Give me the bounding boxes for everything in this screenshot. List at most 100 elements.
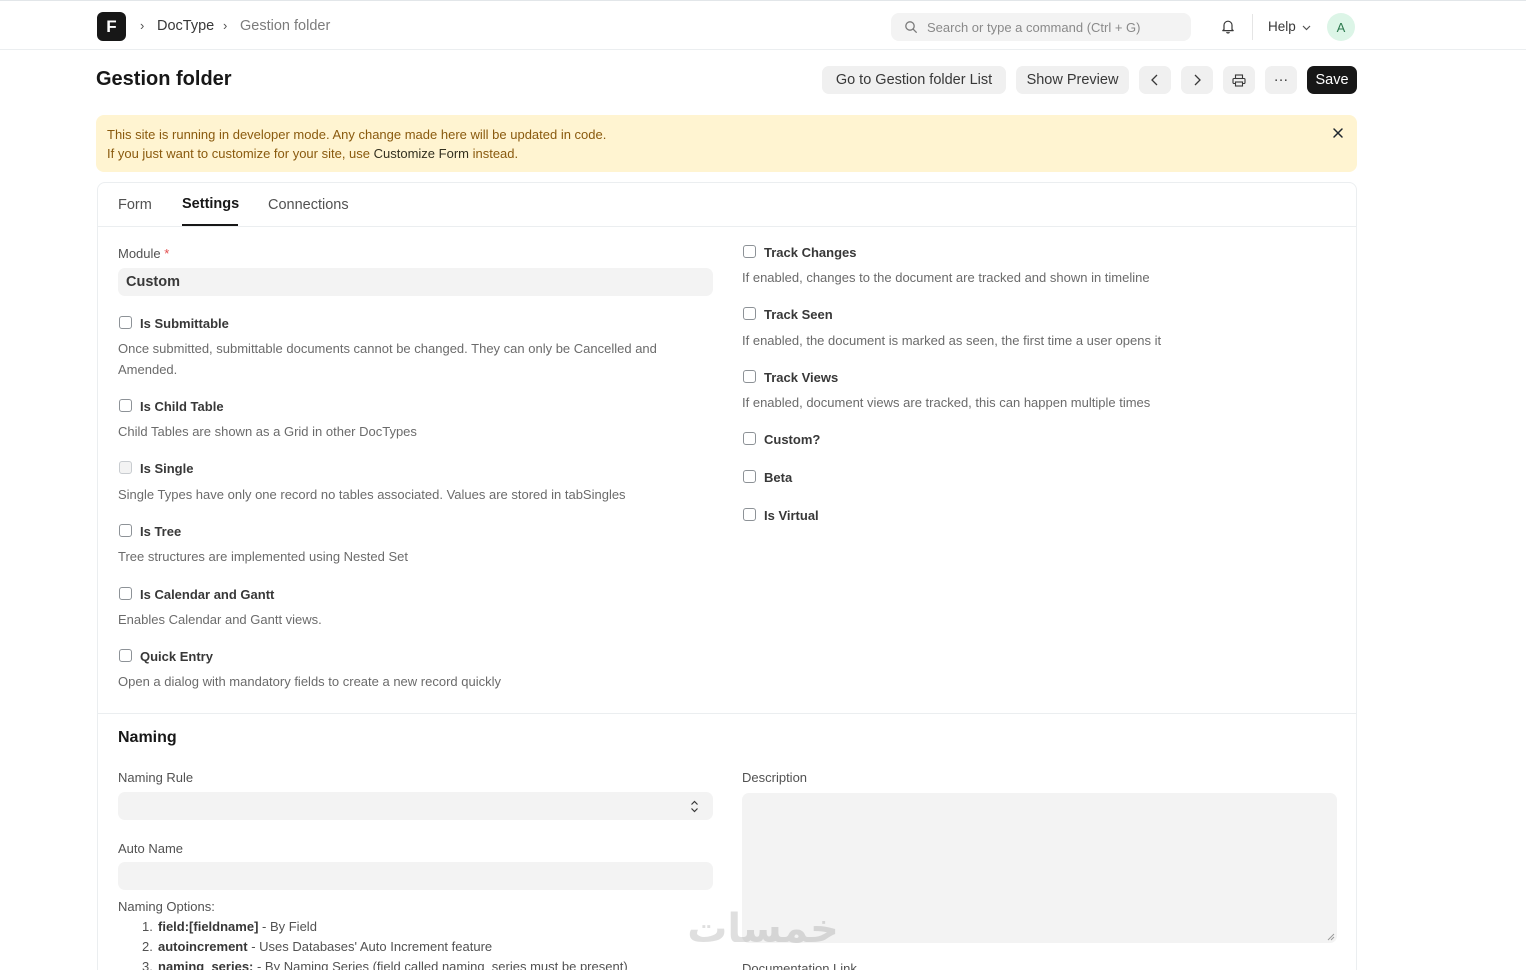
is-calendar-gantt-desc: Enables Calendar and Gantt views.	[118, 612, 322, 627]
option-number: 3.	[142, 959, 153, 970]
module-label-text: Module	[118, 246, 161, 261]
close-icon[interactable]	[1332, 127, 1344, 139]
watermark-logo: خمسات	[687, 906, 839, 952]
printer-icon	[1232, 73, 1246, 87]
breadcrumb-current[interactable]: Gestion folder	[240, 18, 330, 34]
track-changes-label[interactable]: Track Changes	[764, 245, 857, 260]
chevron-down-icon[interactable]	[1302, 23, 1311, 32]
is-tree-desc: Tree structures are implemented using Ne…	[118, 549, 408, 564]
page-title: Gestion folder	[96, 68, 232, 90]
option-text: - By Field	[258, 919, 317, 934]
is-submittable-desc: Once submitted, submittable documents ca…	[118, 338, 657, 380]
naming-section-title: Naming	[118, 729, 177, 746]
chevron-right-icon	[1194, 74, 1201, 86]
search-bar[interactable]: Search or type a command (Ctrl + G)	[891, 13, 1191, 41]
show-preview-button[interactable]: Show Preview	[1016, 66, 1129, 94]
tab-connections[interactable]: Connections	[268, 197, 349, 213]
option-number: 2.	[142, 939, 153, 954]
is-virtual-label[interactable]: Is Virtual	[764, 508, 819, 523]
more-actions-button[interactable]: ···	[1265, 66, 1297, 94]
track-views-label[interactable]: Track Views	[764, 370, 838, 385]
chevron-left-icon	[1151, 74, 1158, 86]
next-doc-button[interactable]	[1181, 66, 1213, 94]
is-calendar-gantt-checkbox[interactable]	[119, 587, 132, 600]
developer-mode-alert: This site is running in developer mode. …	[96, 115, 1357, 172]
alert-text: instead.	[468, 146, 519, 161]
is-calendar-gantt-label[interactable]: Is Calendar and Gantt	[140, 587, 274, 602]
naming-rule-select[interactable]	[118, 792, 713, 820]
select-arrows-icon	[691, 800, 698, 813]
option-key: field:[fieldname]	[158, 919, 259, 934]
chevron-right-icon: ›	[223, 18, 228, 33]
tab-form[interactable]: Form	[118, 197, 152, 213]
active-tab-indicator	[182, 224, 238, 226]
watermark-text: خمسات	[687, 906, 839, 952]
search-icon	[905, 21, 917, 33]
is-virtual-checkbox[interactable]	[743, 508, 756, 521]
quick-entry-desc: Open a dialog with mandatory fields to c…	[118, 674, 501, 689]
search-placeholder: Search or type a command (Ctrl + G)	[927, 20, 1141, 35]
naming-option: 3. naming_series: - By Naming Series (fie…	[142, 959, 628, 970]
is-child-table-label[interactable]: Is Child Table	[140, 399, 224, 414]
beta-label[interactable]: Beta	[764, 470, 792, 485]
save-button[interactable]: Save	[1307, 66, 1357, 94]
chevron-right-icon: ›	[140, 18, 145, 33]
option-key: autoincrement	[158, 939, 248, 954]
is-submittable-label[interactable]: Is Submittable	[140, 316, 229, 331]
track-changes-desc: If enabled, changes to the document are …	[742, 270, 1150, 285]
is-tree-label[interactable]: Is Tree	[140, 524, 181, 539]
tab-settings[interactable]: Settings	[182, 196, 239, 212]
track-changes-checkbox[interactable]	[743, 245, 756, 258]
track-views-checkbox[interactable]	[743, 370, 756, 383]
option-text: - By Naming Series (field called naming_…	[253, 959, 628, 970]
quick-entry-label[interactable]: Quick Entry	[140, 649, 213, 664]
desc-line: Amended.	[118, 362, 178, 377]
avatar[interactable]: A	[1327, 13, 1355, 41]
option-number: 1.	[142, 919, 153, 934]
print-button[interactable]	[1223, 66, 1255, 94]
track-seen-label[interactable]: Track Seen	[764, 307, 833, 322]
naming-option: 2. autoincrement - Uses Databases' Auto I…	[142, 939, 492, 954]
go-to-list-button[interactable]: Go to Gestion folder List	[822, 66, 1006, 94]
option-key: naming_series:	[158, 959, 254, 970]
required-indicator: *	[164, 246, 170, 261]
navbar: F › DocType › Gestion folder Search or t…	[0, 0, 1526, 50]
module-field[interactable]: Custom	[118, 268, 713, 296]
is-single-label[interactable]: Is Single	[140, 461, 193, 476]
resize-handle-icon[interactable]	[1327, 933, 1335, 941]
form-tabs: Form Settings Connections	[98, 183, 1356, 227]
alert-line-1: This site is running in developer mode. …	[107, 127, 607, 142]
notification-bell-icon[interactable]	[1220, 18, 1236, 34]
quick-entry-checkbox[interactable]	[119, 649, 132, 662]
is-single-checkbox[interactable]	[119, 461, 132, 474]
section-divider	[98, 713, 1356, 714]
is-child-table-desc: Child Tables are shown as a Grid in othe…	[118, 424, 417, 439]
is-child-table-checkbox[interactable]	[119, 399, 132, 412]
beta-checkbox[interactable]	[743, 470, 756, 483]
track-views-desc: If enabled, document views are tracked, …	[742, 395, 1151, 410]
is-single-desc: Single Types have only one record no tab…	[118, 487, 626, 502]
breadcrumb-doctype[interactable]: DocType	[157, 18, 214, 34]
is-tree-checkbox[interactable]	[119, 524, 132, 537]
navbar-divider	[1252, 14, 1253, 40]
track-seen-checkbox[interactable]	[743, 307, 756, 320]
app-logo[interactable]: F	[97, 12, 126, 41]
auto-name-label: Auto Name	[118, 841, 184, 856]
documentation-link-label: Documentation Link	[742, 961, 857, 970]
help-menu[interactable]: Help	[1268, 19, 1296, 34]
auto-name-input[interactable]	[118, 862, 713, 890]
desc-line: Once submitted, submittable documents ca…	[118, 341, 657, 356]
custom-label[interactable]: Custom?	[764, 432, 820, 447]
track-seen-desc: If enabled, the document is marked as se…	[742, 333, 1162, 348]
alert-text: If you just want to customize for your s…	[107, 146, 374, 161]
customize-form-link[interactable]: Customize Form	[374, 146, 469, 161]
is-submittable-checkbox[interactable]	[119, 316, 132, 329]
custom-checkbox[interactable]	[743, 432, 756, 445]
naming-options-title: Naming Options:	[118, 899, 215, 914]
previous-doc-button[interactable]	[1139, 66, 1171, 94]
form-card: Form Settings Connections Module * Custo…	[97, 182, 1357, 970]
module-label: Module *	[118, 246, 169, 261]
alert-line-2: If you just want to customize for your s…	[107, 146, 518, 161]
description-label: Description	[742, 770, 808, 785]
naming-rule-label: Naming Rule	[118, 770, 194, 785]
